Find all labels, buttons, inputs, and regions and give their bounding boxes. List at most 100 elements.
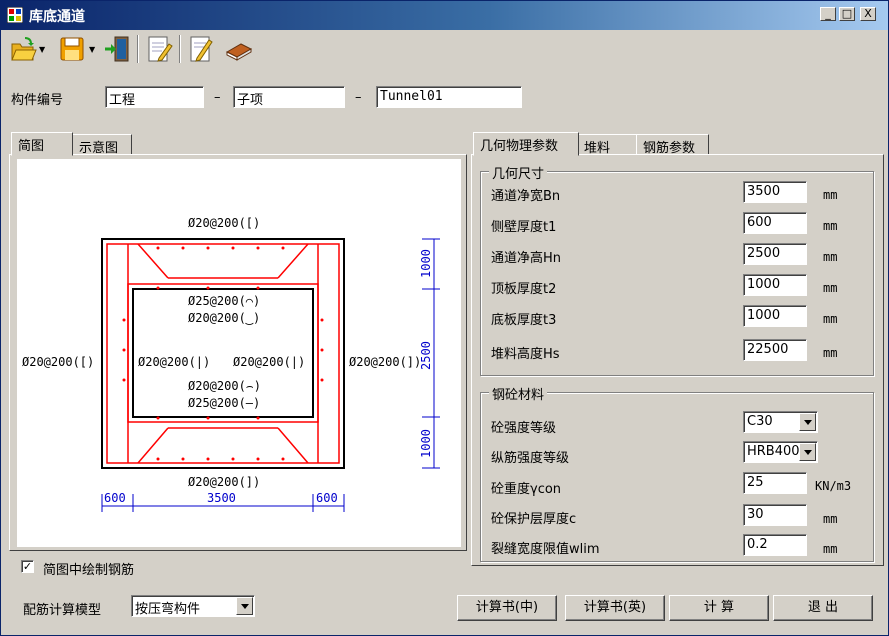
tab-geometry-label: 几何物理参数	[480, 139, 559, 154]
geometry-group-title: 几何尺寸	[489, 163, 548, 182]
hs-label: 堆料高度Hs	[491, 347, 560, 362]
outer-rebar	[106, 243, 340, 464]
t3-field[interactable]: 1000	[743, 305, 807, 327]
t3-label: 底板厚度t3	[491, 313, 557, 328]
label-top-inner-1: Ø25@200(⌒)	[188, 294, 260, 308]
edit-doc-button[interactable]	[145, 34, 173, 64]
calc-book-cn-button[interactable]: 计算书(中)	[457, 595, 557, 621]
draw-rebar-label: 简图中绘制钢筋	[43, 563, 135, 578]
id-separator: –	[214, 90, 221, 105]
label-left-outer: Ø20@200([)	[22, 355, 94, 369]
model-select-value: 按压弯构件	[135, 602, 201, 617]
window-title: 库底通道	[29, 9, 85, 25]
concrete-grade-value: C30	[747, 414, 773, 429]
hn-label: 通道净高Hn	[491, 251, 562, 266]
save-button[interactable]	[57, 34, 85, 64]
rebar-grade-value: HRB400	[747, 444, 800, 459]
calc-book-en-button[interactable]: 计算书(英)	[565, 595, 665, 621]
open-folder-icon	[11, 37, 37, 61]
hn-field[interactable]: 2500	[743, 243, 807, 265]
hs-unit: mm	[823, 346, 838, 360]
minimize-icon: _	[825, 7, 831, 20]
check-mark-icon: ✓	[22, 560, 33, 573]
draw-rebar-checkbox[interactable]: ✓	[21, 560, 34, 573]
dim-bottom-thickness: 1000	[419, 429, 433, 458]
material-group-title: 钢砼材料	[489, 384, 548, 403]
label-bottom-outer: Ø20@200(])	[188, 475, 260, 489]
t1-field[interactable]: 600	[743, 212, 807, 234]
crack-field[interactable]: 0.2	[743, 534, 807, 556]
crack-label: 裂缝宽度限值wlim	[491, 542, 600, 557]
chevron-down-icon[interactable]	[799, 413, 816, 431]
member-name-field[interactable]: Tunnel01	[376, 86, 522, 108]
model-select[interactable]: 按压弯构件	[131, 595, 255, 617]
crack-unit: mm	[823, 542, 838, 556]
density-label: 砼重度γcon	[491, 482, 562, 497]
id-separator: –	[355, 90, 362, 105]
tab-stockpile[interactable]: 堆料	[577, 134, 637, 156]
density-unit: KN/m3	[815, 479, 852, 493]
outer-outline	[101, 238, 345, 469]
t1-label: 侧壁厚度t1	[491, 220, 557, 235]
hn-unit: mm	[823, 250, 838, 264]
save-icon	[60, 37, 84, 61]
label-right-outer: Ø20@200(])	[349, 355, 421, 369]
minimize-button[interactable]: _	[820, 7, 836, 21]
app-icon	[7, 7, 23, 23]
exit-app-button[interactable]	[103, 34, 131, 64]
t2-field[interactable]: 1000	[743, 274, 807, 296]
label-bottom-inner-2: Ø25@200(—)	[188, 396, 260, 410]
edit-doc-icon	[148, 36, 173, 62]
project-field[interactable]: 工程	[105, 86, 204, 108]
edit-pen-icon	[190, 36, 213, 62]
dim-left-width: 600	[104, 491, 126, 505]
exit-button[interactable]: 退 出	[773, 595, 873, 621]
label-top-inner-2: Ø20@200(‿)	[188, 311, 260, 325]
haunch-rebars	[127, 243, 319, 464]
cover-unit: mm	[823, 512, 838, 526]
open-dropdown-icon[interactable]: ▼	[39, 45, 45, 54]
section-drawing: Ø20@200([) Ø25@200(⌒) Ø20@200(‿) Ø20@200…	[17, 159, 461, 547]
edit-pen-button[interactable]	[187, 34, 215, 64]
toolbar-separator	[179, 35, 181, 63]
tab-geometry[interactable]: 几何物理参数	[473, 132, 579, 156]
label-top-outer: Ø20@200([)	[188, 216, 260, 230]
tab-schematic[interactable]: 示意图	[72, 134, 132, 156]
dim-top-thickness: 1000	[419, 249, 433, 278]
book-icon	[225, 43, 253, 61]
title-bar: 库底通道 _ □ X	[1, 1, 888, 30]
chevron-down-icon[interactable]	[236, 597, 253, 615]
calculate-button[interactable]: 计 算	[669, 595, 769, 621]
hs-field[interactable]: 22500	[743, 339, 807, 361]
toolbar-separator	[137, 35, 139, 63]
main-window: 库底通道 _ □ X ▼ ▼ 构件编号 工程 – 子项 – Tunnel01 简…	[0, 0, 889, 636]
model-label: 配筋计算模型	[23, 603, 102, 618]
chevron-down-icon[interactable]	[799, 443, 816, 461]
tab-sketch[interactable]: 简图	[11, 132, 73, 156]
concrete-grade-label: 砼强度等级	[491, 421, 557, 436]
toolbar: ▼ ▼	[3, 31, 883, 67]
dim-clear-height: 2500	[419, 341, 433, 370]
exit-door-icon	[105, 36, 129, 62]
tab-rebar[interactable]: 钢筋参数	[636, 134, 709, 156]
open-button[interactable]	[9, 34, 37, 64]
bn-field[interactable]: 3500	[743, 181, 807, 203]
id-label: 构件编号	[11, 93, 64, 108]
label-right-inner: Ø20@200(|)	[233, 355, 305, 369]
tab-sketch-label: 简图	[18, 139, 45, 154]
subitem-field[interactable]: 子项	[233, 86, 345, 108]
concrete-grade-select[interactable]: C30	[743, 411, 818, 433]
close-button[interactable]: X	[860, 7, 876, 21]
save-dropdown-icon[interactable]: ▼	[89, 45, 95, 54]
maximize-icon: □	[841, 7, 853, 20]
t3-unit: mm	[823, 312, 838, 326]
help-book-button[interactable]	[225, 34, 253, 64]
bn-unit: mm	[823, 188, 838, 202]
maximize-button[interactable]: □	[839, 7, 855, 21]
t2-unit: mm	[823, 281, 838, 295]
density-field[interactable]: 25	[743, 472, 807, 494]
rebar-grade-select[interactable]: HRB400	[743, 441, 818, 463]
cover-field[interactable]: 30	[743, 504, 807, 526]
t1-unit: mm	[823, 219, 838, 233]
t2-label: 顶板厚度t2	[491, 282, 557, 297]
